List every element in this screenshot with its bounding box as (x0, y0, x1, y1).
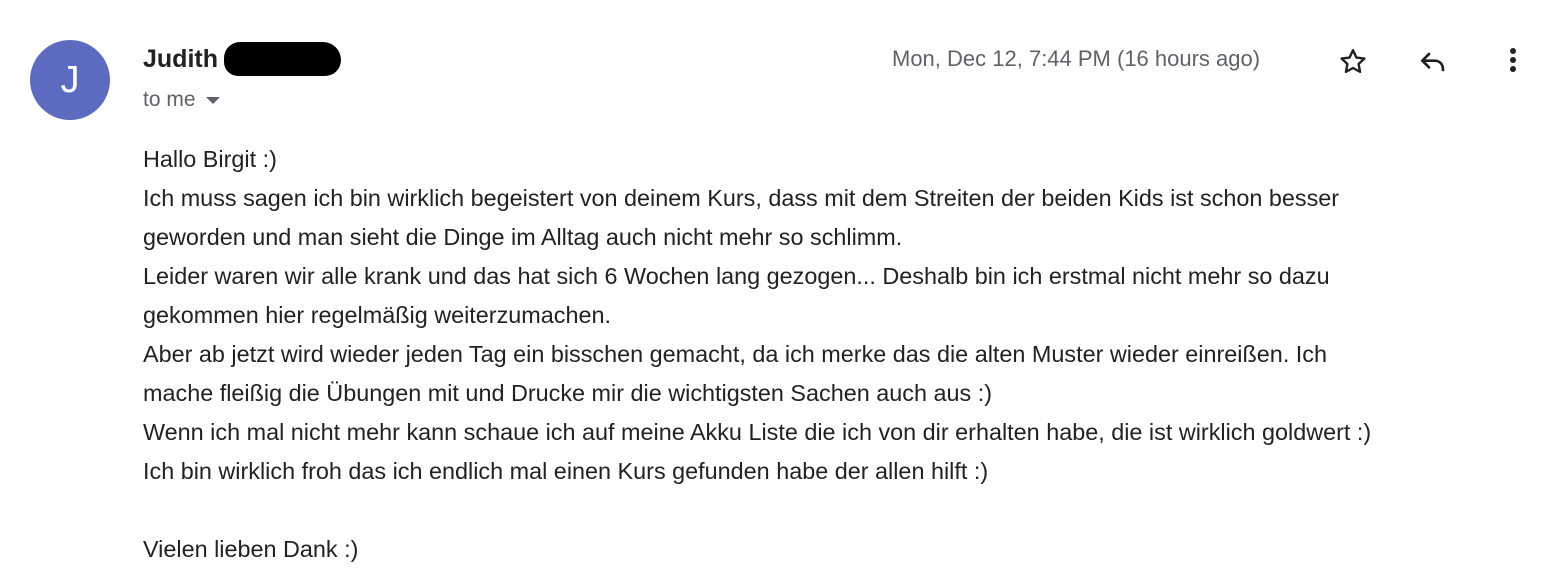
recipient-line[interactable]: to me (143, 86, 220, 114)
body-line: Ich bin wirklich froh das ich endlich ma… (143, 458, 989, 484)
body-line: Aber ab jetzt wird wieder jeden Tag ein … (143, 341, 1328, 367)
body-line: Leider waren wir alle krank und das hat … (143, 263, 1330, 289)
star-button[interactable] (1331, 40, 1375, 84)
body-line: Wenn ich mal nicht mehr kann schaue ich … (143, 419, 1372, 445)
closing-line: Vielen lieben Dank :) (143, 536, 359, 562)
body-line: gekommen hier regelmäßig weiterzumachen. (143, 302, 612, 328)
body-line: mache fleißig die Übungen mit und Drucke… (143, 380, 992, 406)
reply-arrow-icon (1421, 52, 1445, 72)
chevron-down-icon[interactable] (205, 96, 220, 104)
reply-button[interactable] (1411, 40, 1455, 84)
body-line: Ich muss sagen ich bin wirklich begeiste… (143, 185, 1340, 211)
recipient-label: to me (143, 88, 196, 111)
sender-line: Judith (143, 42, 341, 76)
message-timestamp: Mon, Dec 12, 7:44 PM (16 hours ago) (892, 46, 1261, 71)
redacted-surname (224, 42, 341, 76)
more-options-button[interactable] (1491, 38, 1535, 82)
message-body: Hallo Birgit :) Ich muss sagen ich bin w… (143, 140, 1543, 569)
vertical-dots-icon (1510, 48, 1516, 72)
body-line: geworden und man sieht die Dinge im Allt… (143, 224, 903, 250)
star-outline-icon (1340, 49, 1366, 74)
body-line: Hallo Birgit :) (143, 146, 277, 172)
sender-avatar[interactable]: J (30, 40, 110, 120)
sender-name[interactable]: Judith (143, 45, 218, 74)
